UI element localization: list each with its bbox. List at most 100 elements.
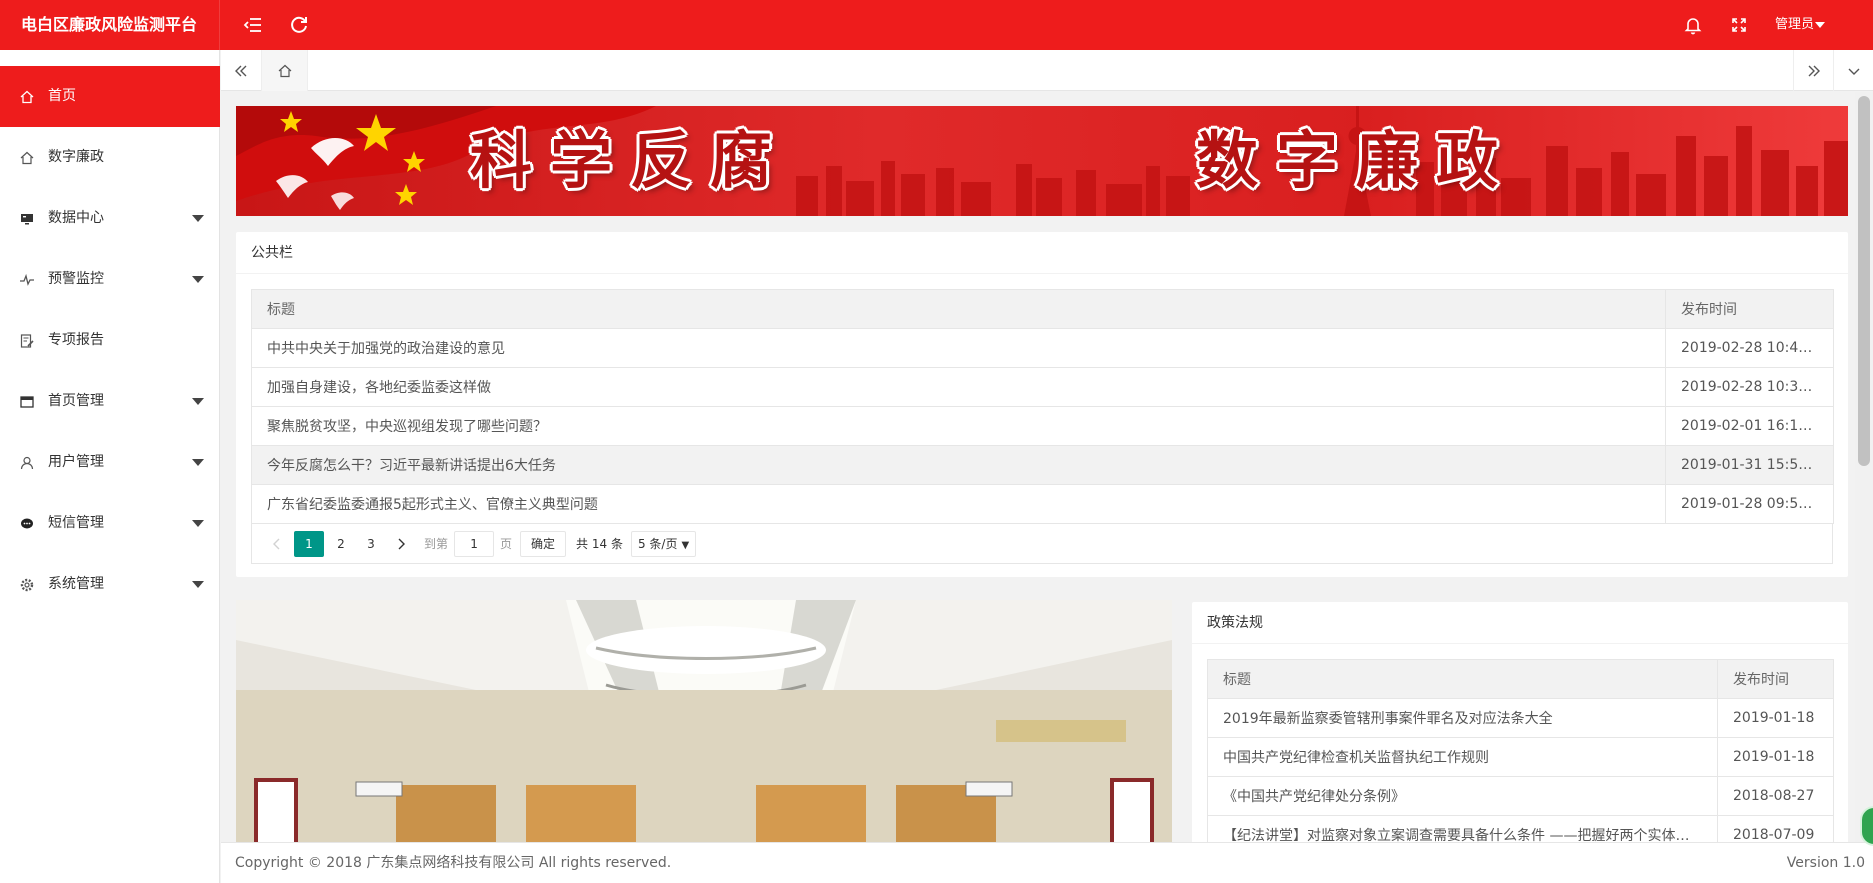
content-scrollbar[interactable] (1855, 92, 1873, 842)
refresh-icon[interactable] (287, 13, 311, 37)
row-title[interactable]: 聚焦脱贫攻坚，中央巡视组发现了哪些问题？ (251, 406, 1666, 446)
chevron-down-icon (192, 459, 204, 466)
row-title[interactable]: 【纪法讲堂】对监察对象立案调查需要具备什么条件 ——把握好两个实体条件 (1207, 815, 1718, 842)
tab-home[interactable] (261, 50, 308, 91)
table-row[interactable]: 聚焦脱贫攻坚，中央巡视组发现了哪些问题？ 2019-02-01 16:18:49 (251, 406, 1834, 446)
table-header-row: 标题 发布时间 (1207, 659, 1834, 699)
top-header: 电白区廉政风险监测平台 管理员 (0, 0, 1873, 50)
row-time: 2019-01-18 (1717, 698, 1834, 738)
column-header-title: 标题 (1207, 659, 1718, 699)
window-icon (19, 394, 35, 410)
table-header-row: 标题 发布时间 (251, 289, 1834, 329)
table-row[interactable]: 中共中央关于加强党的政治建设的意见 2019-02-28 10:41:19 (251, 328, 1834, 368)
chevron-down-icon (1848, 68, 1859, 75)
page-button-current[interactable]: 1 (294, 530, 324, 557)
page-size-value: 5 条/页 (637, 536, 678, 551)
next-page-button[interactable] (388, 531, 414, 557)
report-edit-icon (19, 333, 35, 349)
sidebar-item-label: 数据中心 (48, 210, 104, 226)
public-board-table-wrap: 标题 发布时间 中共中央关于加强党的政治建设的意见 2019-02-28 10:… (251, 289, 1834, 564)
chevron-left-icon (273, 538, 280, 550)
chevron-down-icon (192, 398, 204, 405)
sidebar-item-system-manage[interactable]: 系统管理 (0, 554, 220, 615)
table-row[interactable]: 2019年最新监察委管辖刑事案件罪名及对应法条大全 2019-01-18 (1207, 698, 1834, 738)
row-title[interactable]: 中共中央关于加强党的政治建设的意见 (251, 328, 1666, 368)
row-time: 2019-02-28 10:38:20 (1665, 367, 1834, 407)
sidebar-item-home-manage[interactable]: 首页管理 (0, 371, 220, 432)
sidebar-item-label: 首页 (48, 88, 76, 104)
policy-table: 标题 发布时间 2019年最新监察委管辖刑事案件罪名及对应法条大全 2019-0… (1207, 659, 1834, 842)
row-title[interactable]: 中国共产党纪律检查机关监督执纪工作规则 (1207, 737, 1718, 777)
row-title[interactable]: 今年反腐怎么干？习近平最新讲话提出6大任务 (251, 445, 1666, 485)
goto-confirm-button[interactable]: 确定 (520, 530, 567, 557)
sidebar-item-alert-monitor[interactable]: 预警监控 (0, 249, 220, 310)
chevron-down-icon (192, 581, 204, 588)
copyright-text: Copyright © 2018 广东集点网络科技有限公司 All rights… (235, 855, 672, 871)
row-time: 2019-02-01 16:18:49 (1665, 406, 1834, 446)
table-row[interactable]: 《中国共产党纪律处分条例》 2018-08-27 (1207, 776, 1834, 816)
user-menu[interactable]: 管理员 (1775, 0, 1826, 50)
sidebar-nav: 首页 数字廉政 数据中心 预警监控 专项报告 首页管理 用户管理 短信管理 系统… (0, 66, 220, 615)
page-button[interactable]: 3 (358, 531, 384, 557)
sidebar-item-home[interactable]: 首页 (0, 66, 220, 127)
caret-down-icon: ▼ (681, 539, 690, 551)
double-chevron-right-icon (1808, 65, 1820, 76)
footer: Copyright © 2018 广东集点网络科技有限公司 All rights… (221, 842, 1873, 883)
policy-title: 政策法规 (1192, 602, 1848, 644)
sidebar-item-label: 预警监控 (48, 271, 104, 287)
prev-page-button[interactable] (264, 531, 290, 557)
sidebar-item-data-center[interactable]: 数据中心 (0, 188, 220, 249)
app-title: 电白区廉政风险监测平台 (0, 0, 220, 50)
pagination: 1 2 3 到第 页 确定 共 14 条 5 条/页▼ (251, 524, 1833, 564)
banner-slogan-right: 数字廉政 (1196, 124, 1517, 197)
tab-scroll-right-button[interactable] (1793, 50, 1833, 91)
version-text: Version 1.0 (1786, 855, 1865, 871)
total-count: 共 14 条 (576, 537, 623, 551)
fullscreen-icon[interactable] (1727, 13, 1751, 37)
table-row[interactable]: 加强自身建设，各地纪委监委这样做 2019-02-28 10:38:20 (251, 367, 1834, 407)
table-row[interactable]: 中国共产党纪律检查机关监督执纪工作规则 2019-01-18 (1207, 737, 1834, 777)
policy-card: 政策法规 标题 发布时间 2019年最新监察委管辖刑事案件罪名及对应法条大全 2… (1192, 602, 1848, 842)
sidebar-item-special-report[interactable]: 专项报告 (0, 310, 220, 371)
goto-page-input[interactable] (454, 530, 495, 557)
row-time: 2018-08-27 (1717, 776, 1834, 816)
row-title[interactable]: 加强自身建设，各地纪委监委这样做 (251, 367, 1666, 407)
sidebar-item-sms-manage[interactable]: 短信管理 (0, 493, 220, 554)
banner: 科学反腐 数字廉政 (236, 106, 1848, 216)
goto-label: 到第 (424, 537, 449, 551)
page-size-select[interactable]: 5 条/页 ▼ (630, 530, 697, 557)
chevron-down-icon (192, 215, 204, 222)
chevron-down-icon (192, 520, 204, 527)
tab-options-button[interactable] (1833, 50, 1873, 91)
row-title[interactable]: 广东省纪委监委通报5起形式主义、官僚主义典型问题 (251, 484, 1666, 524)
home-outline-icon (19, 150, 35, 166)
row-title[interactable]: 《中国共产党纪律处分条例》 (1207, 776, 1718, 816)
chevron-down-icon (192, 276, 204, 283)
scrollbar-thumb[interactable] (1858, 96, 1870, 466)
column-header-time: 发布时间 (1665, 289, 1834, 329)
table-row[interactable]: 今年反腐怎么干？习近平最新讲话提出6大任务 2019-01-31 15:55:4… (251, 445, 1834, 485)
sidebar-item-label: 用户管理 (48, 454, 104, 470)
table-row[interactable]: 【纪法讲堂】对监察对象立案调查需要具备什么条件 ——把握好两个实体条件 2018… (1207, 815, 1834, 842)
page-button[interactable]: 2 (328, 531, 354, 557)
sidebar-item-digital-integrity[interactable]: 数字廉政 (0, 127, 220, 188)
tab-bar (221, 50, 1873, 91)
sidebar-item-label: 首页管理 (48, 393, 104, 409)
menu-fold-icon[interactable] (241, 13, 265, 37)
column-header-title: 标题 (251, 289, 1666, 329)
row-time: 2018-07-09 (1717, 815, 1834, 842)
main-content: 科学反腐 数字廉政 公共栏 标题 发布时间 中共中央关于加强党的政治建设的意见 … (221, 92, 1855, 842)
home-icon (19, 89, 35, 105)
bell-icon[interactable] (1681, 13, 1705, 37)
sidebar: 首页 数字廉政 数据中心 预警监控 专项报告 首页管理 用户管理 短信管理 系统… (0, 50, 220, 883)
column-header-time: 发布时间 (1717, 659, 1834, 699)
public-board-table: 标题 发布时间 中共中央关于加强党的政治建设的意见 2019-02-28 10:… (251, 289, 1834, 524)
monitor-icon (19, 211, 35, 227)
sidebar-item-user-manage[interactable]: 用户管理 (0, 432, 220, 493)
tab-scroll-left-button[interactable] (221, 50, 261, 91)
table-row[interactable]: 广东省纪委监委通报5起形式主义、官僚主义典型问题 2019-01-28 09:5… (251, 484, 1834, 524)
row-title[interactable]: 2019年最新监察委管辖刑事案件罪名及对应法条大全 (1207, 698, 1718, 738)
sidebar-item-label: 短信管理 (48, 515, 104, 531)
chat-icon (19, 516, 35, 532)
floating-helper-button[interactable] (1860, 806, 1873, 846)
